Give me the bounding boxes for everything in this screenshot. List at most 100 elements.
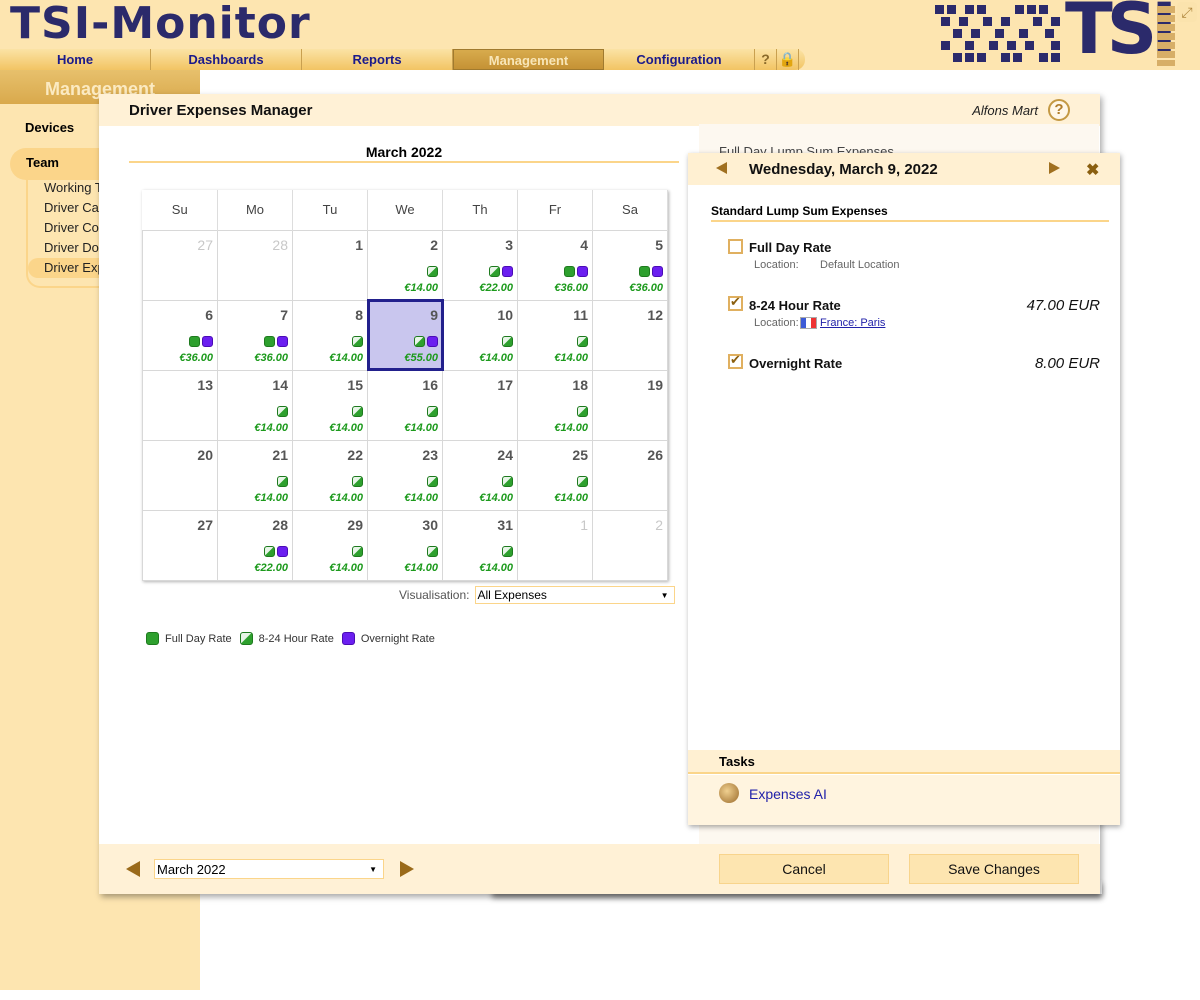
expense-icons [427,545,438,557]
nav-configuration[interactable]: Configuration [604,49,755,70]
dialog-header: Driver Expenses Manager Alfons Mart ? [99,94,1100,126]
calendar-day[interactable]: 20 [142,439,218,511]
calendar-day[interactable]: 10 €14.00 [442,299,518,371]
overnight-rate-icon [577,265,588,277]
overnight-rate-amount: 8.00 EUR [1034,355,1100,372]
calendar-day[interactable]: 21 €14.00 [217,439,293,511]
expense-icons [577,335,588,347]
calendar-day[interactable]: 22 €14.00 [292,439,368,511]
8-24-hour-rate-icon [577,405,588,417]
previous-month-arrow-icon[interactable] [126,861,140,877]
previous-day-arrow-icon[interactable] [716,162,727,174]
day-number: 25 [572,446,588,463]
8-24-hour-rate-icon [577,335,588,347]
full-day-rate-checkbox[interactable] [728,239,743,254]
location-value: Default Location [820,259,900,271]
calendar-day[interactable]: 5 €36.00 [592,229,668,301]
calendar-day[interactable]: 14 €14.00 [217,369,293,441]
8-24-hour-rate-checkbox[interactable] [728,294,743,311]
calendar-day[interactable]: 13 [142,369,218,441]
calendar-day[interactable]: 3 €22.00 [442,229,518,301]
8-24-hour-rate-icon [502,335,513,347]
day-number: 2 [430,236,438,253]
nav-reports[interactable]: Reports [302,49,453,70]
calendar-day[interactable]: 23 €14.00 [367,439,443,511]
calendar-day[interactable]: 30 €14.00 [367,509,443,581]
nav-dashboards[interactable]: Dashboards [151,49,302,70]
calendar-day[interactable]: 16 €14.00 [367,369,443,441]
expense-icons [502,545,513,557]
expense-icons [352,405,363,417]
overnight-rate-checkbox[interactable] [728,352,743,369]
day-number: 19 [647,376,663,393]
save-changes-button[interactable]: Save Changes [909,854,1079,884]
day-number: 3 [505,236,513,253]
month-select[interactable]: March 2022 ▼ [154,859,384,879]
calendar-day[interactable]: 11 €14.00 [517,299,593,371]
cancel-button[interactable]: Cancel [719,854,889,884]
lock-icon[interactable]: 🔒 [777,49,799,70]
day-amount: €14.00 [554,491,588,504]
8-24-hour-rate-icon [427,405,438,417]
8-24-hour-rate-icon [427,475,438,487]
day-amount: €14.00 [554,351,588,364]
calendar-day[interactable]: 8 €14.00 [292,299,368,371]
calendar-day[interactable]: 27 [142,229,218,301]
8-24-hour-rate-icon [277,475,288,487]
logo-square [1007,41,1016,50]
nav-management[interactable]: Management [453,49,604,70]
collapse-icon[interactable]: ⤢ [1177,2,1197,22]
visualisation-select[interactable]: All Expenses ▼ [474,586,675,604]
day-amount: €14.00 [254,491,288,504]
calendar-day[interactable]: 31 €14.00 [442,509,518,581]
overnight-rate-icon [341,632,355,645]
dialog-title: Driver Expenses Manager [129,101,313,119]
calendar-day[interactable]: 4 €36.00 [517,229,593,301]
legend-label: Overnight Rate [360,632,435,645]
day-number: 27 [197,236,213,253]
calendar-day[interactable]: 27 [142,509,218,581]
calendar-day[interactable]: 12 [592,299,668,371]
full-day-rate-icon [564,265,575,277]
logo-square [953,29,962,38]
calendar-day[interactable]: 15 €14.00 [292,369,368,441]
expenses-ai-link[interactable]: Expenses AI [749,786,827,802]
day-amount: €22.00 [254,561,288,574]
logo-square [995,29,1004,38]
day-number: 11 [573,306,588,323]
calendar-day[interactable]: 1 [517,509,593,581]
calendar-day-selected[interactable]: 9 €55.00 [366,299,444,371]
calendar-day[interactable]: 28 €22.00 [217,509,293,581]
nav-home[interactable]: Home [0,49,151,70]
expense-icons [427,265,438,277]
calendar-day[interactable]: 7 €36.00 [217,299,293,371]
location-link[interactable]: France: Paris [820,317,885,329]
calendar-day[interactable]: 25 €14.00 [517,439,593,511]
next-day-arrow-icon[interactable] [1049,162,1060,174]
expense-icons [189,335,213,347]
next-month-arrow-icon[interactable] [400,861,414,877]
help-icon[interactable]: ? [755,49,777,70]
logo-square [965,41,974,50]
full-day-rate-icon [146,632,159,645]
calendar-day[interactable]: 26 [592,439,668,511]
calendar-day[interactable]: 19 [592,369,668,441]
calendar-day[interactable]: 2 €14.00 [367,229,443,301]
brain-ai-icon [719,783,739,803]
calendar-day[interactable]: 1 [292,229,368,301]
dropdown-arrow-icon: ▼ [369,864,377,874]
popup-date: Wednesday, March 9, 2022 [749,161,938,178]
calendar-day[interactable]: 28 [217,229,293,301]
calendar-day[interactable]: 6 €36.00 [142,299,218,371]
close-icon[interactable]: ✖ [1086,160,1099,180]
full-day-rate-label: Full Day Rate [749,240,832,255]
overnight-rate-icon [427,335,438,347]
calendar-day[interactable]: 2 [592,509,668,581]
popup-header: Wednesday, March 9, 2022 ✖ [688,153,1120,185]
sidebar-item-devices[interactable]: Devices [25,120,74,135]
help-icon[interactable]: ? [1048,99,1070,121]
calendar-day[interactable]: 24 €14.00 [442,439,518,511]
calendar-day[interactable]: 29 €14.00 [292,509,368,581]
calendar-day[interactable]: 18 €14.00 [517,369,593,441]
calendar-day[interactable]: 17 [442,369,518,441]
